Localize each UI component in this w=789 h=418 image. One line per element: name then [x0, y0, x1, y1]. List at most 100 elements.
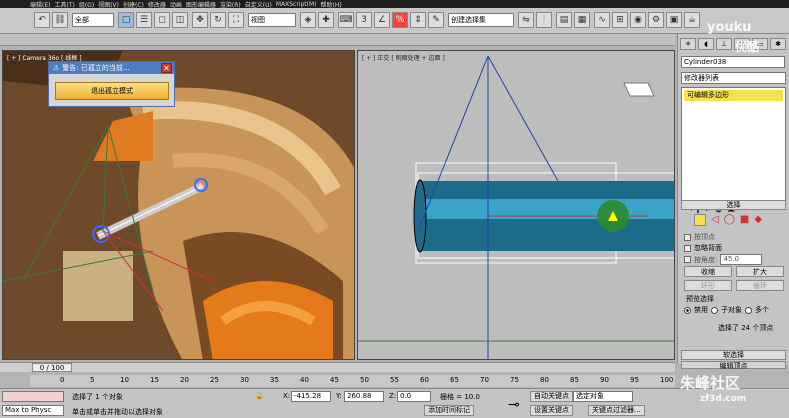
stack-item-editable-poly[interactable]: 可编辑多边形	[684, 90, 783, 101]
menu-item[interactable]: 帮助(H)	[321, 0, 342, 9]
timeline-tick-label: 80	[540, 376, 549, 384]
panel-tabs: ✳ ◖ ⊥ ◎ ▭ ✱	[680, 38, 786, 50]
create-tab-icon[interactable]: ✳	[680, 38, 696, 50]
key-icon[interactable]: ⊸	[508, 397, 520, 413]
ring-button[interactable]: 环形	[684, 280, 732, 291]
exit-isolate-button[interactable]: 退出孤立模式	[55, 82, 169, 100]
pivot-icon[interactable]: ◈	[300, 12, 316, 28]
select-icon[interactable]: ▢	[118, 12, 134, 28]
keyboard-shortcut-icon[interactable]: ⌨	[338, 12, 354, 28]
undo-icon[interactable]: ↶	[34, 12, 50, 28]
scale-icon[interactable]: ⛶	[228, 12, 244, 28]
add-time-tag-button[interactable]: 添加时间标记	[424, 405, 474, 416]
close-icon[interactable]: ✕	[161, 63, 172, 73]
rollout-soft-selection[interactable]: 软选择	[681, 350, 786, 360]
named-selection-set[interactable]: 创建选择集	[448, 13, 514, 27]
layer-manager-icon[interactable]: ▤	[556, 12, 572, 28]
align-icon[interactable]: ⫶	[536, 12, 552, 28]
menu-item[interactable]: 组(G)	[79, 0, 94, 9]
viewport-label[interactable]: [ + ] 正交 [ 明暗处理 + 边面 ]	[362, 53, 445, 62]
menu-item[interactable]: MAXScript(M)	[276, 1, 317, 8]
lock-icon[interactable]: 🔒	[255, 392, 264, 400]
window-crossing-icon[interactable]: ◫	[172, 12, 188, 28]
utilities-tab-icon[interactable]: ✱	[770, 38, 786, 50]
time-slider-thumb[interactable]: 0 / 100	[32, 363, 72, 372]
menu-item[interactable]: 动画	[170, 0, 182, 9]
material-editor-icon[interactable]: ◉	[630, 12, 646, 28]
render-icon[interactable]: ☕	[684, 12, 700, 28]
rotate-icon[interactable]: ↻	[210, 12, 226, 28]
reference-coord-system[interactable]: 视图	[248, 13, 296, 27]
grow-button[interactable]: 扩大	[736, 266, 784, 277]
rect-select-icon[interactable]: ◻	[154, 12, 170, 28]
rollout-edit-vertices[interactable]: 编辑顶点	[681, 361, 786, 370]
curve-editor-icon[interactable]: ∿	[594, 12, 610, 28]
element-icon[interactable]: ◆	[754, 214, 762, 226]
menu-item[interactable]: 创建(C)	[123, 0, 144, 9]
time-slider[interactable]: 0 / 100	[0, 362, 675, 372]
autokey-button[interactable]: 自动关键点	[530, 391, 573, 402]
menu-item[interactable]: 编辑(E)	[30, 0, 50, 9]
dialog-title[interactable]: ⚠ 警告: 已孤立的当前...	[49, 62, 174, 74]
ortho-viewport[interactable]: [ + ] 正交 [ 明暗处理 + 边面 ]	[357, 50, 675, 360]
timeline-tick-label: 40	[300, 376, 309, 384]
y-field[interactable]: 260.88	[344, 391, 384, 402]
link-icon[interactable]: ⛓	[52, 12, 68, 28]
menu-item[interactable]: 渲染(R)	[220, 0, 241, 9]
menu-item[interactable]: 修改器	[148, 0, 166, 9]
maxscript-listener[interactable]	[2, 391, 64, 402]
selected-object-dropdown[interactable]: 选定对象	[573, 391, 633, 402]
command-panel: ✳ ◖ ⊥ ◎ ▭ ✱ Cylinder038 修改器列表 可编辑多边形 ⊣ ‖…	[677, 34, 789, 370]
maxscript-mini[interactable]: Max to Physc	[2, 405, 64, 416]
select-by-name-icon[interactable]: ☰	[136, 12, 152, 28]
menu-item[interactable]: 工具(T)	[54, 0, 74, 9]
timeline-tick-label: 30	[240, 376, 249, 384]
move-icon[interactable]: ✥	[192, 12, 208, 28]
object-name-field[interactable]: Cylinder038	[681, 56, 785, 68]
timeline-tick-label: 50	[360, 376, 369, 384]
selection-info: 选择了 24 个顶点	[718, 324, 774, 332]
subobject-radio[interactable]	[711, 306, 718, 314]
by-vertex-option[interactable]: 按顶点	[684, 232, 715, 242]
modifier-list[interactable]: 修改器列表	[681, 72, 786, 84]
subobject-icons: ◁ ◯ ■ ◆	[694, 214, 762, 226]
angle-snap-icon[interactable]: ∠	[374, 12, 390, 28]
loop-button[interactable]: 循环	[736, 280, 784, 291]
menu-item[interactable]: 视图(V)	[98, 0, 119, 9]
youku-cn-watermark: 优酷	[735, 40, 760, 54]
schematic-icon[interactable]: ⊞	[612, 12, 628, 28]
key-filters-button[interactable]: 关键点过滤器...	[588, 405, 645, 416]
by-angle-option[interactable]: 按角度: 45.0	[684, 254, 763, 265]
ignore-backfacing-option[interactable]: 忽略背面	[684, 243, 722, 253]
vertex-icon[interactable]	[694, 214, 706, 226]
edit-named-sel-icon[interactable]: ✎	[428, 12, 444, 28]
z-field[interactable]: 0.0	[397, 391, 431, 402]
multi-radio[interactable]	[745, 306, 752, 314]
mirror-icon[interactable]: ⇋	[518, 12, 534, 28]
snap-toggle-icon[interactable]: 3	[356, 12, 372, 28]
selection-filter[interactable]: 全部	[72, 13, 114, 27]
edge-icon[interactable]: ◁	[711, 214, 719, 226]
menu-item[interactable]: 自定义(U)	[245, 0, 272, 9]
x-field[interactable]: -415.28	[291, 391, 331, 402]
preview-selection-label: 预览选择	[686, 295, 714, 303]
menu-item[interactable]: 图形编辑器	[186, 0, 216, 9]
modify-tab-icon[interactable]: ◖	[698, 38, 714, 50]
url-watermark: zf3d.com	[700, 394, 747, 404]
render-frame-icon[interactable]: ▣	[666, 12, 682, 28]
track-bar[interactable]: 0 5 10 15 20 25 30 35 40 45 50 55 60 65 70 75 80 85 90 95 10…	[30, 375, 675, 387]
disable-radio[interactable]	[684, 306, 691, 314]
percent-snap-icon[interactable]: %	[392, 12, 408, 28]
grid-size: 栅格 = 10.0	[440, 393, 480, 401]
polygon-icon[interactable]: ■	[740, 214, 749, 226]
timeline-tick-label: 0	[60, 376, 65, 384]
render-setup-icon[interactable]: ⚙	[648, 12, 664, 28]
rollout-selection[interactable]: 选择	[681, 200, 786, 210]
setkey-button[interactable]: 设置关键点	[530, 405, 573, 416]
border-icon[interactable]: ◯	[724, 214, 735, 226]
hierarchy-tab-icon[interactable]: ⊥	[716, 38, 732, 50]
spinner-snap-icon[interactable]: ⇕	[410, 12, 426, 28]
graphite-icon[interactable]: ▦	[574, 12, 590, 28]
shrink-button[interactable]: 收缩	[684, 266, 732, 277]
select-manipulate-icon[interactable]: ✚	[318, 12, 334, 28]
